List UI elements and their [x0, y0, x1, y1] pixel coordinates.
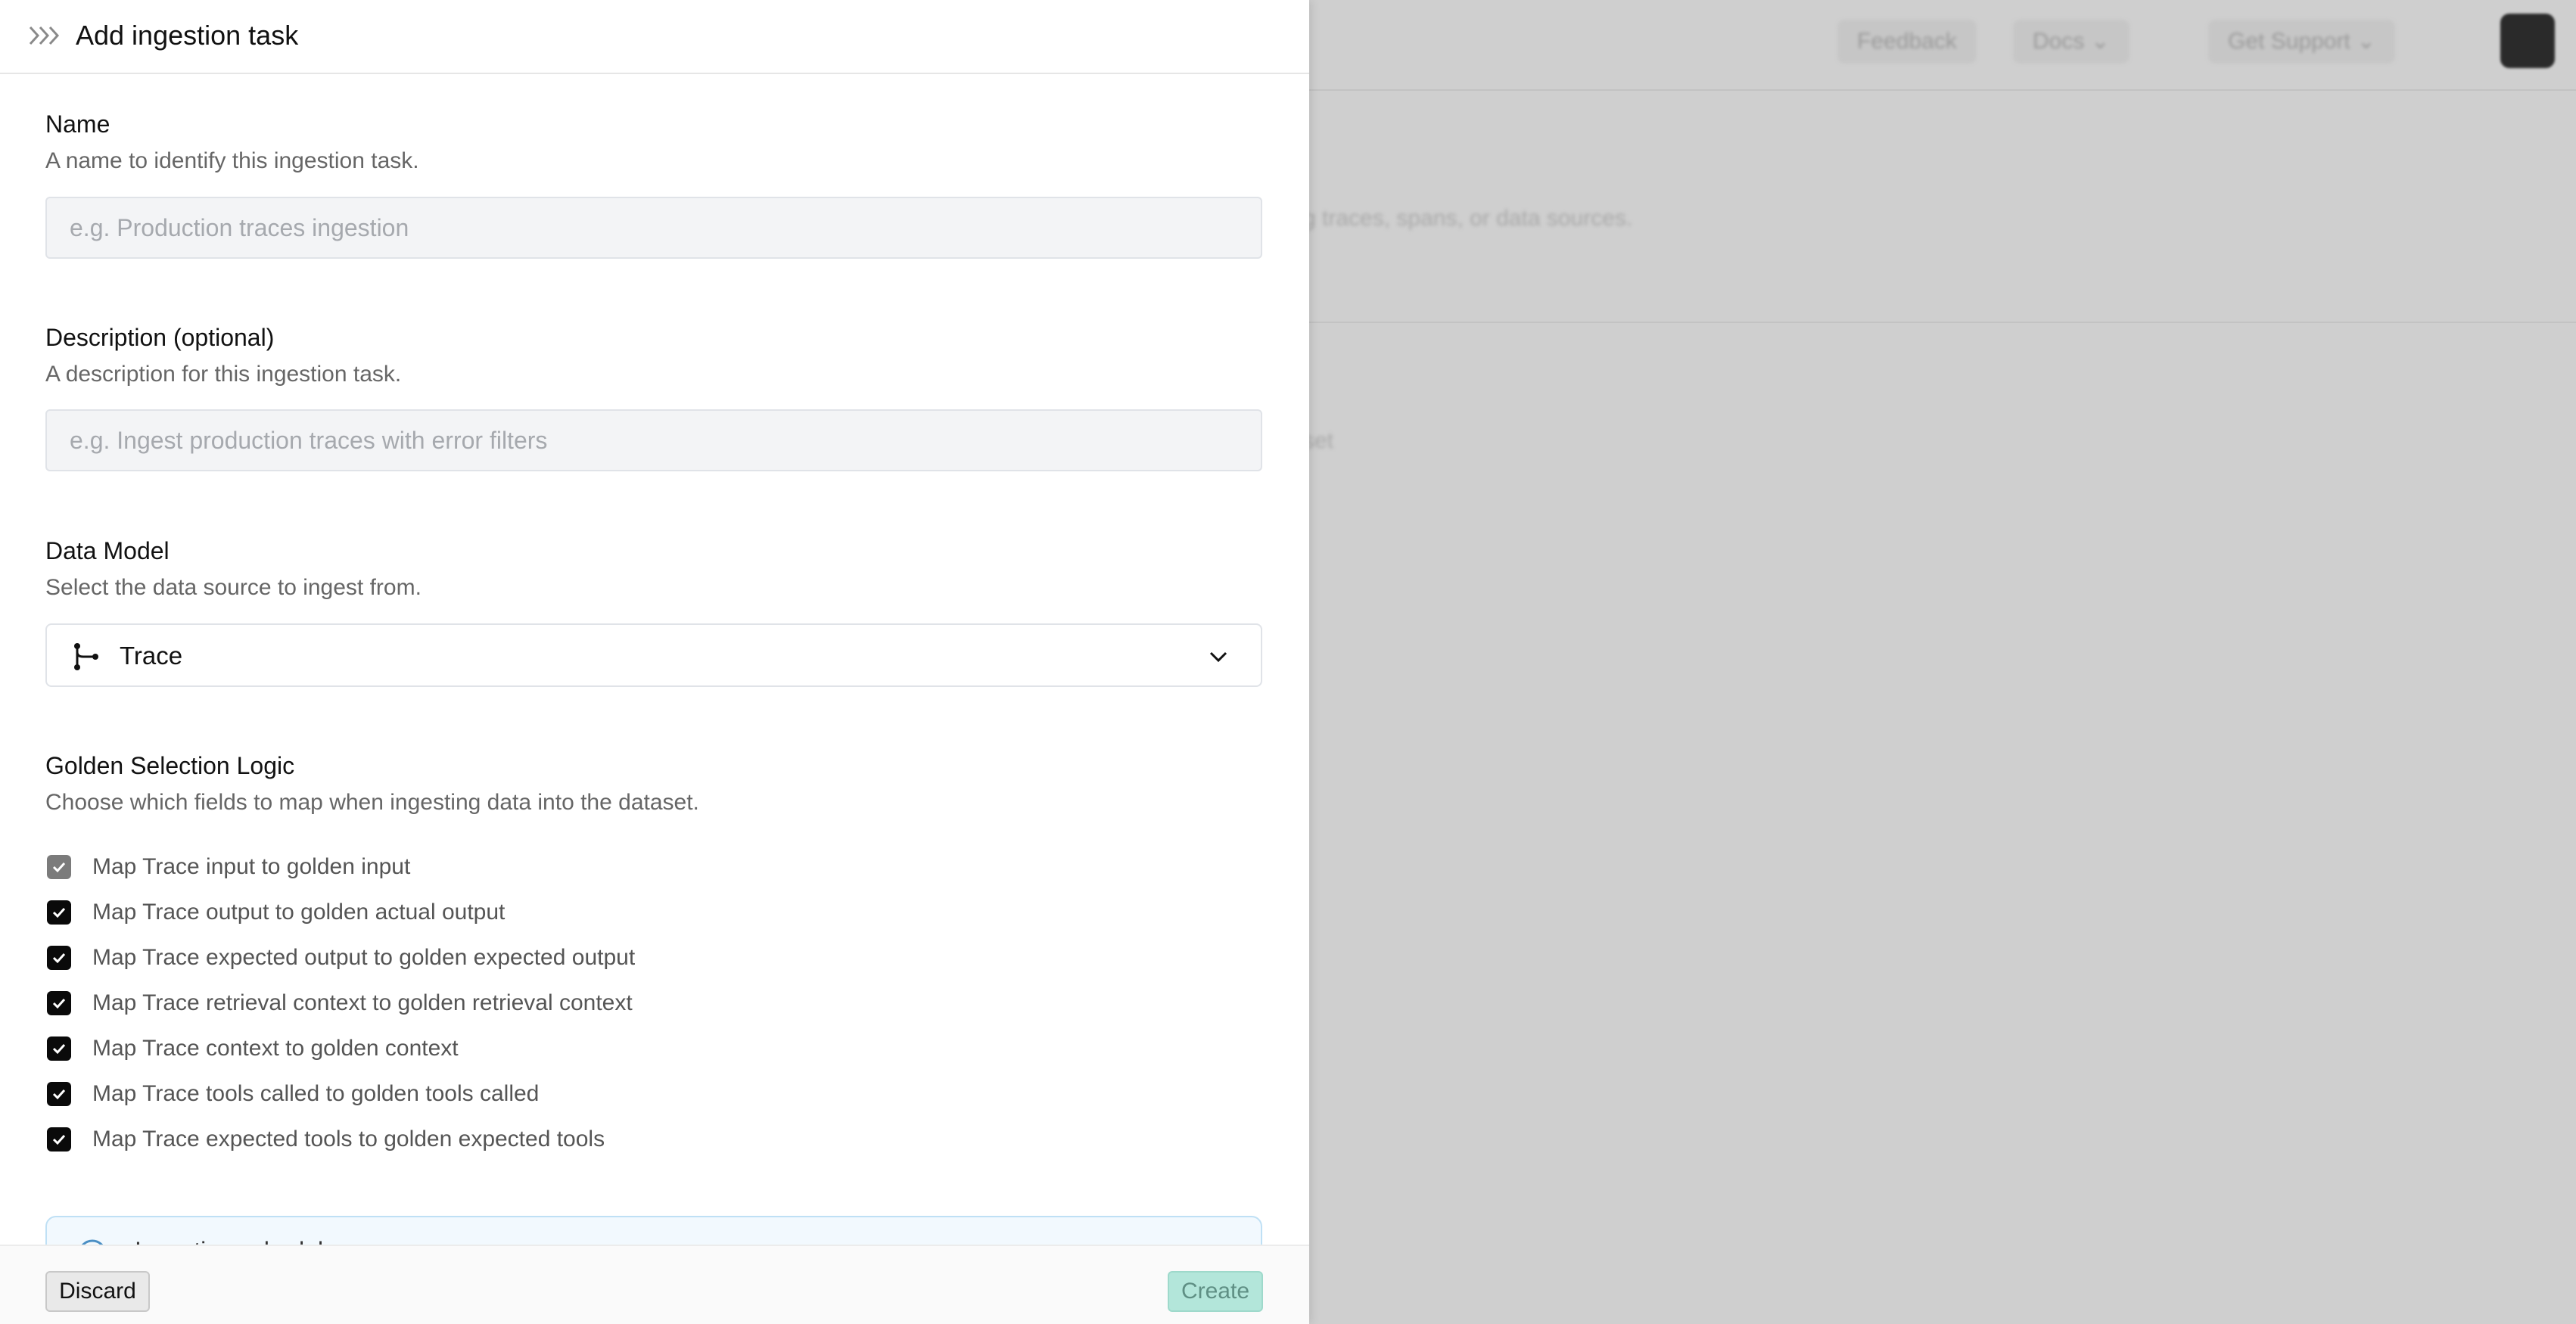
check-icon[interactable]	[47, 1037, 71, 1061]
name-description: A name to identify this ingestion task.	[45, 148, 419, 173]
get-support-label: Get Support	[2228, 29, 2350, 54]
mapping-label: Map Trace tools called to golden tools c…	[92, 1081, 540, 1106]
data-model-selected-value: Trace	[120, 642, 183, 670]
git-branch-icon	[74, 643, 98, 670]
chevron-down-icon	[1209, 651, 1227, 663]
avatar	[2500, 14, 2555, 68]
description-label: Description (optional)	[45, 324, 275, 351]
info-box: Ingestion schedule	[45, 1216, 1262, 1245]
golden-selection-description: Choose which fields to map when ingestin…	[45, 790, 699, 815]
check-icon[interactable]	[47, 855, 71, 879]
check-icon[interactable]	[47, 946, 71, 970]
description-description: A description for this ingestion task.	[45, 362, 402, 387]
chevron-down-icon: ⌄	[2357, 29, 2376, 54]
mapping-label: Map Trace retrieval context to golden re…	[92, 990, 633, 1015]
mapping-context-checkbox-row[interactable]: Map Trace context to golden context	[47, 1033, 459, 1064]
mapping-label: Map Trace input to golden input	[92, 854, 411, 879]
mapping-label: Map Trace expected tools to golden expec…	[92, 1127, 605, 1152]
mapping-retrieval-context-checkbox-row[interactable]: Map Trace retrieval context to golden re…	[47, 988, 633, 1018]
feedback-button: Feedback	[1837, 20, 1977, 64]
description-input[interactable]	[45, 409, 1262, 471]
get-support-button: Get Support ⌄	[2208, 20, 2396, 64]
background-divider	[1309, 322, 2576, 323]
info-text: Ingestion schedule	[135, 1237, 337, 1245]
drawer-footer: Discard Create	[0, 1245, 1309, 1324]
create-button[interactable]: Create	[1168, 1271, 1263, 1312]
info-icon	[81, 1239, 104, 1245]
drawer-body[interactable]: Name A name to identify this ingestion t…	[0, 76, 1309, 1245]
drawer-header: Add ingestion task	[0, 0, 1309, 74]
collapse-drawer-icon[interactable]	[29, 23, 62, 48]
data-model-description: Select the data source to ingest from.	[45, 575, 422, 600]
golden-selection-label: Golden Selection Logic	[45, 752, 295, 779]
discard-button[interactable]: Discard	[45, 1271, 150, 1312]
add-ingestion-task-drawer: Add ingestion task Name A name to identi…	[0, 0, 1309, 1324]
check-icon[interactable]	[47, 991, 71, 1015]
mapping-expected-tools-checkbox-row[interactable]: Map Trace expected tools to golden expec…	[47, 1124, 605, 1155]
data-model-label: Data Model	[45, 537, 170, 564]
check-icon[interactable]	[47, 1082, 71, 1106]
mapping-label: Map Trace context to golden context	[92, 1036, 459, 1061]
mapping-tools-called-checkbox-row[interactable]: Map Trace tools called to golden tools c…	[47, 1079, 539, 1109]
mapping-label: Map Trace expected output to golden expe…	[92, 945, 636, 970]
check-icon[interactable]	[47, 900, 71, 925]
drawer-title: Add ingestion task	[76, 20, 299, 51]
mapping-label: Map Trace output to golden actual output	[92, 900, 506, 925]
chevron-down-icon: ⌄	[2090, 29, 2110, 54]
mapping-output-checkbox-row[interactable]: Map Trace output to golden actual output	[47, 897, 505, 928]
docs-button: Docs ⌄	[2013, 20, 2130, 64]
name-input[interactable]	[45, 197, 1262, 259]
mapping-input-checkbox-row[interactable]: Map Trace input to golden input	[47, 852, 410, 882]
mapping-expected-output-checkbox-row[interactable]: Map Trace expected output to golden expe…	[47, 943, 635, 973]
data-model-select[interactable]: Trace	[45, 623, 1262, 687]
check-icon[interactable]	[47, 1127, 71, 1152]
name-label: Name	[45, 110, 110, 138]
docs-label: Docs	[2033, 29, 2085, 54]
background-description: g traces, spans, or data sources.	[1303, 206, 1633, 231]
